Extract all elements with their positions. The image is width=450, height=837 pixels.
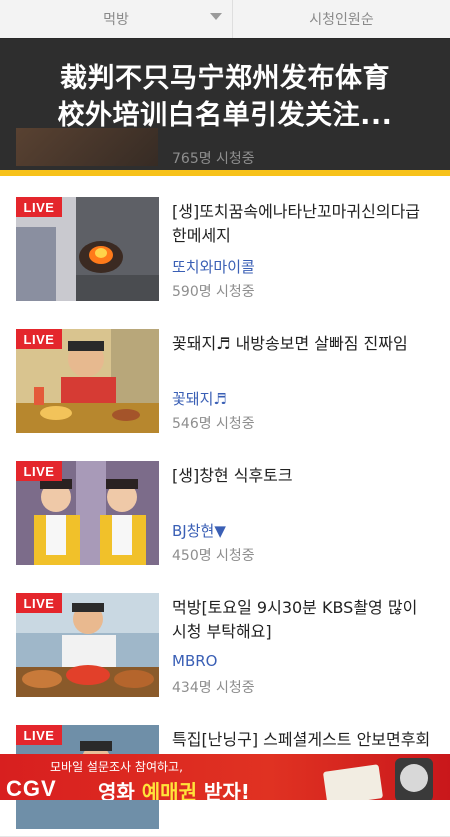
ad-tagline: 모바일 설문조사 참여하고, — [50, 760, 183, 774]
headline-line-2: 校外培训白名单引发关注... — [57, 100, 393, 131]
live-badge: LIVE — [16, 725, 62, 745]
live-badge: LIVE — [16, 329, 62, 349]
ad-headline-highlight: 예매권 — [141, 780, 197, 800]
ad-headline-prefix: 영화 — [98, 780, 142, 800]
channel-name[interactable]: BJ창현▼ — [172, 520, 226, 541]
news-overlay-banner[interactable]: 765명 시청중 裁判不只马宁郑州发布体育 校外培训白名单引发关注... — [0, 38, 450, 170]
viewer-count: 546명 시청중 — [172, 416, 255, 432]
stream-thumbnail[interactable]: LIVE — [16, 461, 159, 565]
live-badge: LIVE — [16, 461, 62, 481]
viewer-count: 450명 시청중 — [172, 548, 255, 564]
chevron-down-icon — [210, 13, 222, 20]
stream-title[interactable]: 특집[난닝구] 스페셜게스트 안보면후회 — [172, 728, 450, 752]
live-badge: LIVE — [16, 197, 62, 217]
ticket-icon — [322, 764, 384, 800]
stream-thumbnail[interactable]: LIVE — [16, 197, 159, 301]
channel-name[interactable]: MBRO — [172, 652, 217, 670]
sort-label: 시청인원순 — [309, 12, 374, 28]
viewer-count: 590명 시청중 — [172, 284, 255, 300]
stream-title[interactable]: [생]또치꿈속에나타난꼬마귀신의다급 한메세지 — [172, 200, 450, 248]
ad-headline-suffix: 받자! — [196, 780, 250, 800]
channel-name[interactable]: 꽃돼지♬ — [172, 388, 227, 409]
filter-bar: 먹방 시청인원순 — [0, 0, 450, 39]
list-item[interactable]: LIVE 꽃돼지♬ 내방송보면 살빠짐 진짜임 꽃돼지♬ 546명 시청중 — [0, 308, 450, 441]
sort-selector[interactable]: 시청인원순 — [233, 0, 450, 38]
category-dropdown[interactable]: 먹방 — [0, 0, 233, 38]
ad-banner[interactable]: 모바일 설문조사 참여하고, CGV 영화 예매권 받자! — [0, 754, 450, 800]
category-label: 먹방 — [103, 12, 129, 28]
obscured-viewer-count: 765명 시청중 — [172, 151, 255, 167]
stream-title[interactable]: 꽃돼지♬ 내방송보면 살빠짐 진짜임 — [172, 332, 450, 356]
film-reel-icon — [400, 764, 428, 792]
viewer-count: 434명 시청중 — [172, 680, 255, 696]
list-item[interactable]: LIVE 먹방[토요일 9시30분 KBS촬영 많이 시청 부탁해요] MBRO… — [0, 572, 450, 705]
stream-title[interactable]: [생]창현 식후토크 — [172, 464, 450, 488]
channel-name[interactable]: 또치와마이콜 — [172, 256, 255, 277]
stream-title[interactable]: 먹방[토요일 9시30분 KBS촬영 많이 시청 부탁해요] — [172, 596, 450, 644]
ad-headline: 영화 예매권 받자! — [98, 776, 250, 800]
overlay-headline: 裁判不只马宁郑州发布体育 校外培训白名单引发关注... — [0, 60, 450, 134]
headline-line-1: 裁判不只马宁郑州发布体育 — [60, 63, 390, 94]
stream-thumbnail[interactable]: LIVE — [16, 329, 159, 433]
live-badge: LIVE — [16, 593, 62, 613]
list-item[interactable]: LIVE [생]또치꿈속에나타난꼬마귀신의다급 한메세지 또치와마이콜 590명… — [0, 176, 450, 309]
list-item[interactable]: LIVE [생]창현 식후토크 BJ창현▼ 450명 시청중 — [0, 440, 450, 573]
ad-brand-logo: CGV — [6, 776, 57, 800]
stream-thumbnail[interactable]: LIVE — [16, 593, 159, 697]
